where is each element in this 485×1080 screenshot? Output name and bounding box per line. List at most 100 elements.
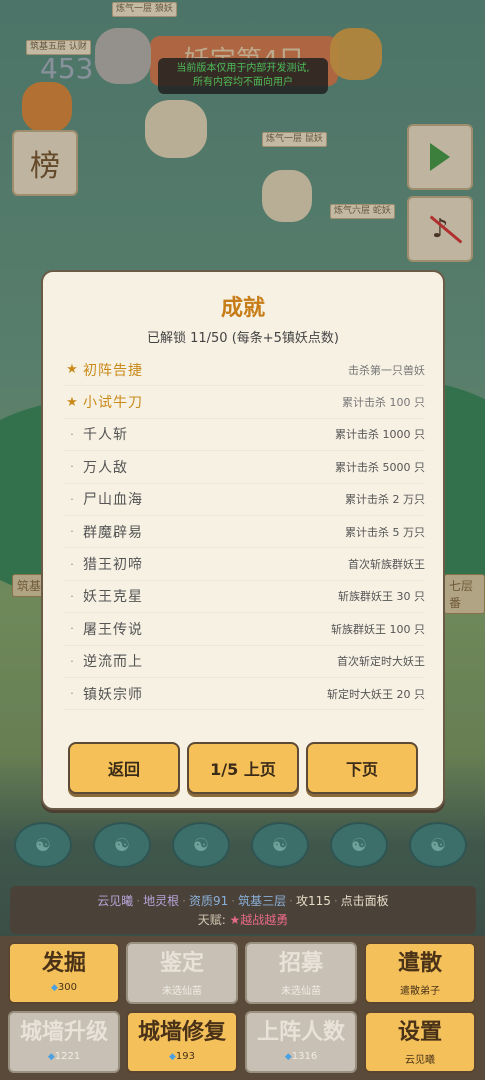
achievement-desc: 首次斩族群妖王	[348, 558, 425, 572]
action-label: 遣散	[397, 951, 442, 976]
achievement-desc: 累计击杀 1000 只	[335, 428, 425, 442]
action-sub-text: 未选仙苗	[281, 986, 321, 997]
achievement-desc: 首次斩定时大妖王	[337, 655, 425, 669]
action-label: 发掘	[41, 951, 86, 976]
spirit-stone-icon: ◆	[50, 983, 58, 993]
prev-page-button[interactable]: 1/5 上页	[187, 742, 299, 794]
achievement-desc: 累计击杀 100 只	[342, 396, 425, 410]
achievement-left: · 尸山血海	[63, 489, 143, 509]
yin-yang-icon[interactable]: ☯	[251, 822, 309, 868]
action-sub: 遣散弟子	[366, 982, 474, 997]
action-panel: 发掘 ◆300 鉴定 未选仙苗 招募 未选仙苗 遣散 遣散弟子 城墙升级 ◆1221 城墙修复 ◆19…	[0, 936, 485, 1080]
achievement-left: · 逆流而上	[63, 651, 143, 671]
panel-hint: 点击面板	[340, 894, 389, 908]
disciple-stats: 云见曦 · 地灵根 · 资质91 · 筑基三层 · 攻115 · 点击面板	[10, 892, 476, 909]
action-label: 城墙修复	[137, 1020, 226, 1045]
action-sub-text: 1221	[54, 1051, 81, 1062]
talent-line: 天赋: ★越战越勇	[10, 911, 476, 928]
appraise-button[interactable]: 鉴定 未选仙苗	[126, 942, 238, 1004]
action-sub: ◆1221	[10, 1051, 118, 1062]
achievement-name: 镇妖宗师	[83, 686, 143, 703]
achievement-name: 猎王初啼	[83, 557, 143, 574]
dot-icon: ·	[70, 687, 74, 701]
achievement-left: · 屠王传说	[63, 619, 143, 639]
disciple-info-panel[interactable]: 云见曦 · 地灵根 · 资质91 · 筑基三层 · 攻115 · 点击面板 天赋: ★越战越勇	[10, 886, 476, 934]
action-label: 设置	[397, 1020, 442, 1045]
achievement-left: · 镇妖宗师	[63, 684, 143, 704]
action-sub: 未选仙苗	[128, 982, 236, 997]
yin-yang-icon[interactable]: ☯	[409, 822, 467, 868]
action-sub: 云见曦	[366, 1051, 474, 1066]
achievement-left: · 千人斩	[63, 424, 128, 444]
achievement-left: ★ 初阵告捷	[63, 360, 143, 380]
achievement-row: · 猎王初啼 首次斩族群妖王	[63, 548, 425, 581]
achievement-name: 尸山血海	[83, 492, 143, 509]
action-sub-text: 云见曦	[405, 1055, 435, 1066]
separator: ·	[136, 894, 141, 908]
action-label: 招募	[278, 951, 323, 976]
achievement-left: · 万人敌	[63, 457, 128, 477]
next-page-button[interactable]: 下页	[306, 742, 418, 794]
dot-icon: ·	[70, 557, 74, 571]
action-sub-text: 1316	[291, 1051, 318, 1062]
achievement-left: ★ 小试牛刀	[63, 392, 143, 412]
action-sub: ◆193	[128, 1051, 236, 1062]
yin-yang-icon[interactable]: ☯	[14, 822, 72, 868]
action-label: 城墙升级	[19, 1020, 108, 1045]
achievement-list: ★ 初阵告捷 击杀第一只兽妖 ★ 小试牛刀 累计击杀 100 只 · 千人斩 累计击杀 1000…	[63, 354, 425, 711]
achievement-row: · 屠王传说 斩族群妖王 100 只	[63, 613, 425, 646]
dot-icon: ·	[70, 492, 74, 506]
achievement-row: ★ 初阵告捷 击杀第一只兽妖	[63, 354, 425, 387]
yin-yang-icon[interactable]: ☯	[330, 822, 388, 868]
action-label: 鉴定	[159, 951, 204, 976]
recruit-button[interactable]: 招募 未选仙苗	[245, 942, 357, 1004]
spirit-stone-icon: ◆	[284, 1052, 292, 1062]
achievement-desc: 累计击杀 5 万只	[345, 525, 425, 539]
action-sub-text: 193	[175, 1051, 195, 1062]
talent-label: 天赋:	[197, 913, 230, 927]
action-sub-text: 遣散弟子	[400, 986, 440, 997]
wall-repair-button[interactable]: 城墙修复 ◆193	[126, 1011, 238, 1073]
separator: ·	[289, 894, 293, 908]
dot-icon: ·	[70, 622, 74, 636]
yin-yang-icon[interactable]: ☯	[93, 822, 151, 868]
dot-icon: ·	[70, 427, 74, 441]
wall-upgrade-button[interactable]: 城墙升级 ◆1221	[8, 1011, 120, 1073]
token-row: ☯ ☯ ☯ ☯ ☯ ☯	[14, 822, 484, 872]
achievement-row: ★ 小试牛刀 累计击杀 100 只	[63, 386, 425, 419]
achievement-desc: 累计击杀 5000 只	[335, 460, 425, 474]
dig-button[interactable]: 发掘 ◆300	[8, 942, 120, 1004]
achievement-name: 屠王传说	[83, 621, 143, 638]
achievement-row: · 尸山血海 累计击杀 2 万只	[63, 484, 425, 516]
achievement-name: 千人斩	[83, 427, 128, 444]
dot-icon: ·	[70, 654, 74, 668]
settings-button[interactable]: 设置 云见曦	[364, 1011, 476, 1073]
achievement-row: · 逆流而上 首次斩定时大妖王	[63, 646, 425, 678]
achievement-name: 逆流而上	[83, 654, 143, 671]
deploy-count-button[interactable]: 上阵人数 ◆1316	[245, 1011, 357, 1073]
achievement-left: · 群魔辟易	[63, 522, 143, 542]
action-sub: ◆300	[10, 982, 118, 993]
dismiss-button[interactable]: 遣散 遣散弟子	[364, 942, 476, 1004]
achievement-name: 万人敌	[83, 459, 128, 476]
achievement-desc: 击杀第一只兽妖	[348, 363, 425, 377]
action-sub-text: 300	[57, 982, 77, 993]
dot-icon: ·	[70, 589, 74, 603]
achievement-left: · 妖王克星	[63, 586, 143, 606]
separator: ·	[182, 894, 186, 908]
action-sub-text: 未选仙苗	[162, 986, 202, 997]
spirit-stone-icon: ◆	[47, 1052, 55, 1062]
realm: 筑基三层	[238, 894, 287, 908]
achievement-desc: 斩族群妖王 30 只	[338, 590, 425, 604]
action-label: 上阵人数	[256, 1020, 345, 1045]
achievement-left: · 猎王初啼	[63, 554, 143, 574]
yin-yang-icon[interactable]: ☯	[172, 822, 230, 868]
achievement-row: · 镇妖宗师 斩定时大妖王 20 只	[63, 678, 425, 711]
back-button[interactable]: 返回	[68, 742, 180, 794]
star-icon: ★	[66, 394, 78, 410]
achievement-row: · 群魔辟易 累计击杀 5 万只	[63, 516, 425, 549]
modal-title: 成就	[220, 296, 265, 321]
disciple-name: 云见曦	[97, 894, 134, 908]
dot-icon: ·	[70, 460, 74, 474]
separator: ·	[333, 894, 338, 908]
